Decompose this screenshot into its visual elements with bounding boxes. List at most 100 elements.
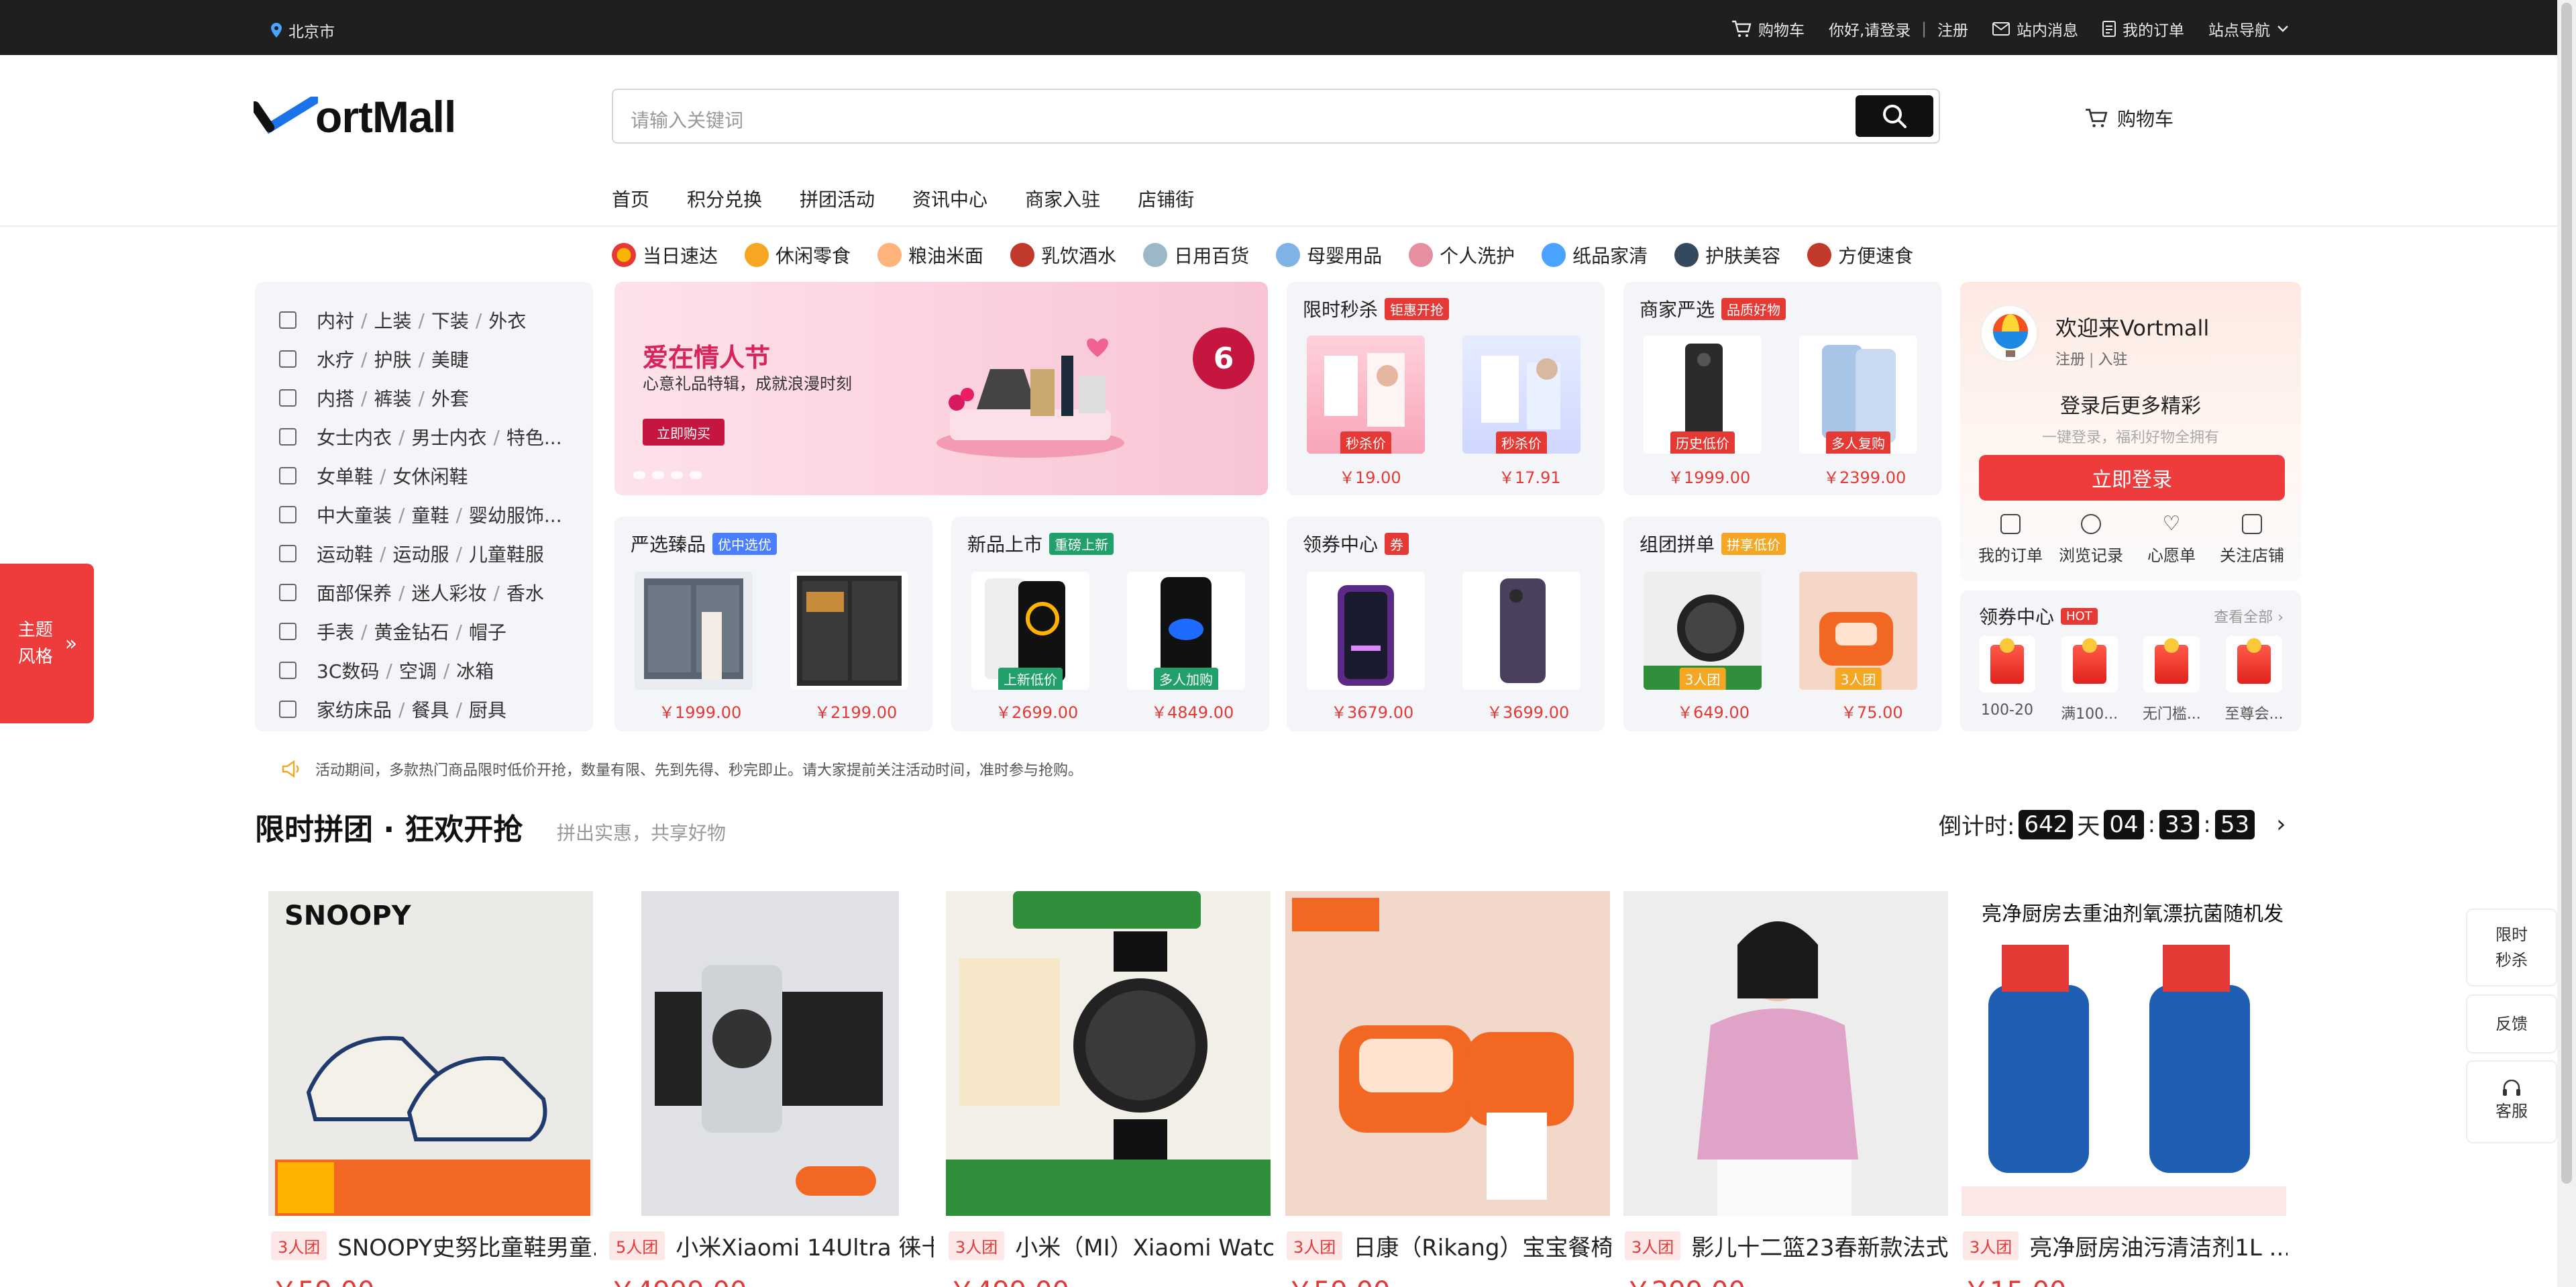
promo-banner[interactable]: 爱在情人节 心意礼品特辑，成就浪漫时刻 立即购买 6 xyxy=(614,282,1268,495)
category-link[interactable]: 美睫 xyxy=(431,346,469,372)
group-product-image[interactable] xyxy=(946,891,1271,1216)
quick-cat-grain[interactable]: 粮油米面 xyxy=(877,242,983,268)
category-link[interactable]: 黄金钻石 xyxy=(374,618,449,645)
product-thumb[interactable]: 历史低价 xyxy=(1644,336,1762,454)
history-shortcut[interactable]: 浏览记录 xyxy=(2054,514,2128,566)
category-link[interactable]: 女士内衣 xyxy=(317,423,392,450)
category-link[interactable]: 内搭 xyxy=(317,384,354,411)
coupon-item[interactable]: 至尊会... xyxy=(2223,636,2285,723)
site-logo[interactable]: ortMall xyxy=(254,91,456,142)
nav-item-merchant-join[interactable]: 商家入驻 xyxy=(1025,185,1100,212)
category-link[interactable]: 内衬 xyxy=(317,307,354,333)
theme-style-button[interactable]: 主题风格 » xyxy=(0,564,94,723)
orders-link[interactable]: 我的订单 xyxy=(2102,17,2184,40)
location-selector[interactable]: 北京市 xyxy=(271,19,335,42)
search-box[interactable]: 请输入关键词 xyxy=(612,89,1940,144)
category-link[interactable]: 护肤 xyxy=(374,346,411,372)
category-link[interactable]: 儿童鞋服 xyxy=(469,540,544,567)
quick-cat-baby[interactable]: 母婴用品 xyxy=(1276,242,1382,268)
product-thumb[interactable] xyxy=(790,572,908,690)
messages-link[interactable]: 站内消息 xyxy=(1992,17,2078,40)
product-thumb[interactable]: 秒杀价 xyxy=(1462,336,1580,454)
merchant-select-card[interactable]: 商家严选 品质好物 历史低价 多人复购 ￥1999.00 ￥2399.00 xyxy=(1623,282,1941,495)
group-product-image[interactable] xyxy=(641,891,899,1216)
group-product-image[interactable]: SNOOPY xyxy=(268,891,593,1216)
avatar[interactable] xyxy=(1980,305,2038,362)
customer-service-float-button[interactable]: 客服 xyxy=(2466,1060,2557,1143)
category-link[interactable]: 男士内衣 xyxy=(411,423,486,450)
nav-item-shop-street[interactable]: 店铺街 xyxy=(1138,185,1194,212)
product-thumb[interactable] xyxy=(635,572,753,690)
category-link[interactable]: 下装 xyxy=(431,307,469,333)
category-link[interactable]: 外套 xyxy=(431,384,469,411)
feedback-float-button[interactable]: 反馈 xyxy=(2466,994,2557,1053)
coupon-item[interactable]: 满100... xyxy=(2059,636,2121,723)
product-thumb[interactable] xyxy=(1307,572,1425,690)
category-link[interactable]: 迷人彩妆 xyxy=(411,579,486,606)
quick-cat-snacks[interactable]: 休闲零食 xyxy=(745,242,851,268)
page-scrollbar[interactable] xyxy=(2557,0,2576,1287)
site-nav-dropdown[interactable]: 站点导航 xyxy=(2208,17,2289,40)
flash-sale-float-button[interactable]: 限时秒杀 xyxy=(2466,909,2557,986)
category-link[interactable]: 手表 xyxy=(317,618,354,645)
group-product-image[interactable] xyxy=(1623,891,1948,1216)
group-product-image[interactable] xyxy=(1285,891,1610,1216)
category-link[interactable]: 婴幼服饰... xyxy=(469,501,562,528)
category-link[interactable]: 厨具 xyxy=(469,696,506,723)
category-link[interactable]: 香水 xyxy=(506,579,544,606)
group-product-title[interactable]: 3人团 小米（MI）Xiaomi Watc... xyxy=(949,1229,1273,1262)
group-product-title[interactable]: 3人团 亮净厨房油污清洁剂1L ... xyxy=(1963,1229,2288,1262)
login-button[interactable]: 立即登录 xyxy=(1979,455,2285,501)
nav-item-points[interactable]: 积分兑换 xyxy=(687,185,762,212)
new-arrivals-card[interactable]: 新品上市 重磅上新 上新低价 多人加购 ￥2699.00 ￥4849.00 xyxy=(951,517,1269,731)
banner-buy-button[interactable]: 立即购买 xyxy=(643,419,724,446)
category-link[interactable]: 面部保养 xyxy=(317,579,392,606)
group-product-title[interactable]: 3人团 SNOOPY史努比童鞋男童... xyxy=(271,1229,596,1262)
search-button[interactable] xyxy=(1856,95,1933,137)
category-link[interactable]: 帽子 xyxy=(469,618,506,645)
chevron-right-icon[interactable]: › xyxy=(2276,811,2286,838)
group-product-title[interactable]: 3人团 影儿十二篮23春新款法式... xyxy=(1625,1229,1949,1262)
category-link[interactable]: 餐具 xyxy=(411,696,449,723)
product-thumb[interactable]: 多人复购 xyxy=(1799,336,1917,454)
product-thumb[interactable]: 上新低价 xyxy=(971,572,1089,690)
category-link[interactable]: 外衣 xyxy=(488,307,526,333)
register-link[interactable]: 注册 xyxy=(2055,352,2085,368)
product-thumb[interactable]: 秒杀价 xyxy=(1307,336,1425,454)
product-thumb[interactable]: 3人团 xyxy=(1644,572,1762,690)
category-link[interactable]: 运动鞋 xyxy=(317,540,373,567)
quick-cat-drinks[interactable]: 乳饮酒水 xyxy=(1010,242,1116,268)
quick-cat-instant-food[interactable]: 方便速食 xyxy=(1807,242,1913,268)
category-link[interactable]: 冰箱 xyxy=(456,657,494,684)
wishlist-shortcut[interactable]: ♡ 心愿单 xyxy=(2135,514,2208,566)
group-product-title[interactable]: 3人团 日康（Rikang）宝宝餐椅... xyxy=(1287,1229,1611,1262)
group-product-image[interactable]: 亮净厨房去重油剂氧漂抗菌随机发 xyxy=(1962,891,2286,1216)
followed-shops-shortcut[interactable]: 关注店铺 xyxy=(2215,514,2289,566)
coupon-item[interactable]: 100-20 xyxy=(1976,636,2038,723)
group-buy-card[interactable]: 组团拼单 拼享低价 3人团 3人团 ￥649.00 ￥75.00 xyxy=(1623,517,1941,731)
view-all-coupons-link[interactable]: 查看全部 › xyxy=(2214,605,2284,627)
nav-item-news[interactable]: 资讯中心 xyxy=(912,185,987,212)
category-link[interactable]: 裤装 xyxy=(374,384,411,411)
coupon-item[interactable]: 无门槛... xyxy=(2141,636,2202,723)
quick-cat-daily[interactable]: 日用百货 xyxy=(1143,242,1249,268)
premium-card[interactable]: 严选臻品 优中选优 ￥1999.00 ￥2199.00 xyxy=(614,517,932,731)
product-thumb[interactable]: 3人团 xyxy=(1799,572,1917,690)
coupon-center-card[interactable]: 领券中心券 ￥3679.00 ￥3699.00 xyxy=(1287,517,1605,731)
category-link[interactable]: 女休闲鞋 xyxy=(392,462,468,489)
nav-item-home[interactable]: 首页 xyxy=(612,185,649,212)
join-link[interactable]: 入驻 xyxy=(2098,352,2127,368)
category-link[interactable]: 3C数码 xyxy=(317,657,379,684)
topbar-cart-link[interactable]: 购物车 xyxy=(1731,17,1805,40)
flash-sale-card[interactable]: 限时秒杀 钜惠开抢 秒杀价 秒杀价 ￥19.00 ￥17.91 xyxy=(1287,282,1605,495)
category-link[interactable]: 特色... xyxy=(506,423,562,450)
quick-cat-same-day[interactable]: 当日速达 xyxy=(612,242,718,268)
category-link[interactable]: 童鞋 xyxy=(411,501,449,528)
category-link[interactable]: 运动服 xyxy=(392,540,449,567)
category-link[interactable]: 上装 xyxy=(374,307,411,333)
product-thumb[interactable]: 多人加购 xyxy=(1127,572,1245,690)
carousel-dots[interactable] xyxy=(633,471,702,479)
register-link[interactable]: 注册 xyxy=(1937,17,1968,40)
quick-cat-paper[interactable]: 纸品家清 xyxy=(1542,242,1648,268)
scrollbar-thumb[interactable] xyxy=(2561,3,2572,1184)
